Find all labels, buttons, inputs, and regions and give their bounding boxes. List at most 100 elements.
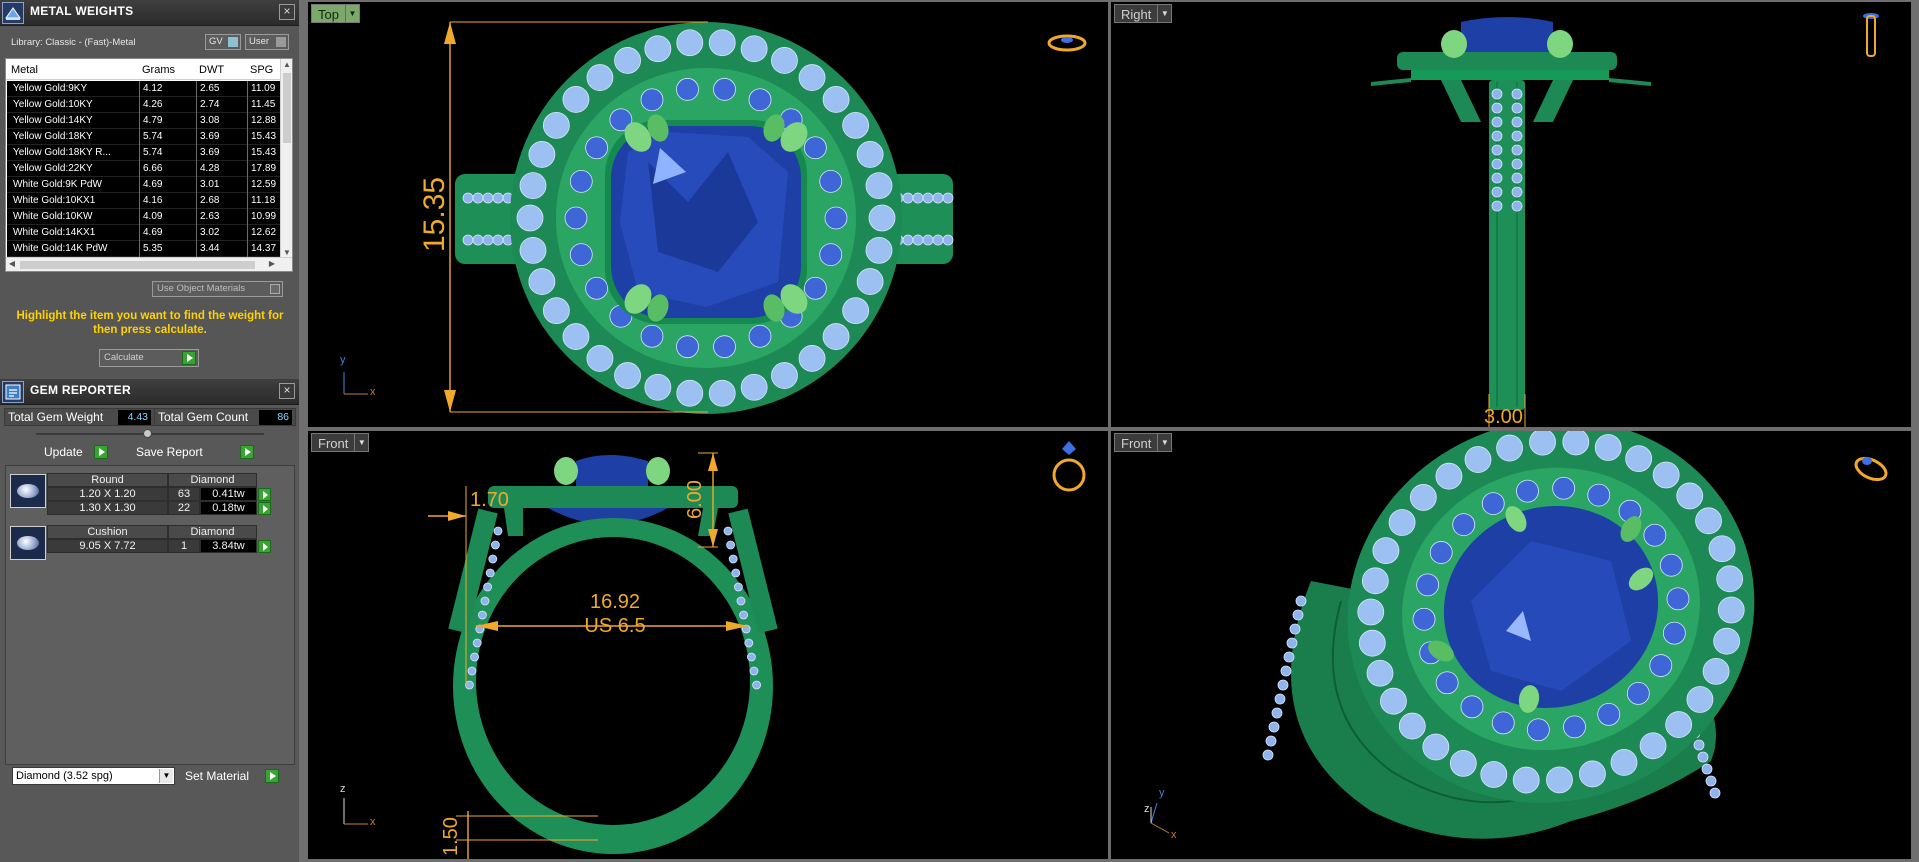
- pave-stone: [912, 192, 924, 204]
- pave-stone: [1271, 707, 1283, 719]
- gv-toggle[interactable]: GV: [205, 34, 241, 50]
- scroll-thumb[interactable]: [20, 261, 255, 269]
- pave-stone: [740, 373, 768, 401]
- set-material-button[interactable]: Set Material: [185, 768, 279, 784]
- chevron-down-icon[interactable]: ▼: [1157, 5, 1171, 22]
- pave-stone: [1412, 607, 1436, 631]
- pave-stone: [824, 206, 848, 230]
- pave-stone: [585, 276, 609, 300]
- chevron-down-icon[interactable]: ▼: [1157, 434, 1171, 451]
- pave-stone: [1268, 721, 1280, 733]
- viewport-top[interactable]: 15.35 y x Top ▼: [307, 1, 1109, 428]
- viewport-label-top[interactable]: Top ▼: [311, 4, 360, 23]
- table-row[interactable]: Yellow Gold:9KY 4.12 2.65 11.09: [7, 81, 286, 97]
- table-row[interactable]: White Gold:9K PdW 4.69 3.01 12.59: [7, 177, 286, 193]
- viewport-right[interactable]: 3.00 Right ▼: [1110, 1, 1912, 428]
- pave-stone: [488, 554, 498, 564]
- save-report-button[interactable]: Save Report: [136, 444, 254, 461]
- pave-stone: [1511, 172, 1523, 184]
- perspective-widget-icon[interactable]: [1853, 454, 1890, 484]
- table-row[interactable]: Yellow Gold:10KY 4.26 2.74 11.45: [7, 97, 286, 113]
- gem-material-header: Diamond: [168, 525, 257, 539]
- pave-stone: [676, 335, 699, 359]
- table-row[interactable]: Yellow Gold:14KY 4.79 3.08 12.88: [7, 113, 286, 129]
- table-row[interactable]: Yellow Gold:22KY 6.66 4.28 17.89: [7, 161, 286, 177]
- viewport-label-perspective[interactable]: Front ▼: [1114, 433, 1173, 452]
- axis-x-label: x: [370, 816, 376, 828]
- column-header-dwt[interactable]: DWT: [199, 64, 224, 76]
- pave-stone: [1511, 158, 1523, 170]
- tall-ring-widget-icon[interactable]: [1863, 13, 1879, 57]
- pave-stone: [731, 568, 741, 578]
- close-icon[interactable]: ×: [279, 383, 295, 399]
- pave-stone: [1717, 596, 1745, 624]
- select-gem-arrow-icon[interactable]: [258, 488, 271, 501]
- table-row[interactable]: White Gold:10KW 4.09 2.63 10.99: [7, 209, 286, 225]
- pave-stone: [1422, 733, 1450, 761]
- gem-shape-header: Cushion: [47, 525, 168, 539]
- chevron-down-icon[interactable]: ▼: [159, 769, 173, 783]
- ring-size-mm: 16.92: [589, 591, 641, 613]
- dimension-arrow: [448, 511, 466, 521]
- report-slider-knob[interactable]: [143, 429, 152, 438]
- table-row[interactable]: White Gold:10KX1 4.16 2.68 11.18: [7, 193, 286, 209]
- table-cell: 4.26: [143, 99, 163, 110]
- viewport-label-perspective-text: Front: [1121, 436, 1152, 451]
- pave-stone: [1435, 671, 1459, 695]
- prong: [1547, 30, 1573, 58]
- horizontal-scrollbar[interactable]: ◀ ▶: [6, 257, 292, 271]
- pave-stone: [740, 35, 768, 63]
- pave-stone: [477, 610, 487, 620]
- pave-stone: [1511, 88, 1523, 100]
- pave-stone: [1552, 476, 1576, 500]
- scroll-right-icon[interactable]: ▶: [266, 258, 278, 270]
- calculate-button[interactable]: Calculate: [99, 349, 199, 367]
- table-cell: 6.66: [143, 163, 163, 174]
- table-row[interactable]: White Gold:14K PdW 5.35 3.44 14.37: [7, 241, 286, 257]
- table-row[interactable]: Yellow Gold:18KY R... 5.74 3.69 15.43: [7, 145, 286, 161]
- pave-stone: [1295, 595, 1307, 607]
- round-diamond-icon[interactable]: [10, 474, 46, 508]
- pave-stone: [868, 204, 896, 232]
- pave-stone: [1491, 172, 1503, 184]
- use-object-materials-checkbox[interactable]: Use Object Materials: [152, 281, 283, 297]
- pave-stone: [1511, 200, 1523, 212]
- select-gem-arrow-icon[interactable]: [258, 502, 271, 515]
- vertical-scrollbar[interactable]: ▲ ▼: [280, 59, 292, 259]
- table-cell: 3.69: [200, 147, 220, 158]
- cushion-diamond-icon[interactable]: [10, 526, 46, 560]
- perspective-view-ring: [1150, 431, 1890, 839]
- pave-stone: [922, 192, 934, 204]
- axis-x-label: x: [1171, 829, 1177, 841]
- scroll-thumb[interactable]: [283, 73, 291, 143]
- pave-stone: [1511, 144, 1523, 156]
- pave-stone: [819, 169, 843, 193]
- viewport-perspective[interactable]: y z x Front ▼: [1110, 430, 1912, 860]
- pave-stone: [528, 268, 556, 295]
- viewport-front[interactable]: 6.00 16.92 US 6.5 1.70 1.50 z x Front ▼: [307, 430, 1109, 860]
- table-row[interactable]: Yellow Gold:18KY 5.74 3.69 15.43: [7, 129, 286, 145]
- gem-material-header: Diamond: [168, 473, 257, 487]
- pave-stone: [542, 111, 570, 139]
- pave-stone: [1516, 479, 1539, 503]
- chevron-down-icon[interactable]: ▼: [354, 434, 368, 451]
- table-row[interactable]: White Gold:14KX1 4.69 3.02 12.62: [7, 225, 286, 241]
- column-header-spg[interactable]: SPG: [250, 64, 273, 76]
- update-button[interactable]: Update: [44, 444, 108, 461]
- column-header-metal[interactable]: Metal: [11, 64, 38, 76]
- ring-widget-icon[interactable]: [1052, 441, 1086, 492]
- metal-weights-table[interactable]: Metal Grams DWT SPG Yellow Gold:9KY 4.12 2…: [5, 58, 293, 272]
- column-header-grams[interactable]: Grams: [142, 64, 175, 76]
- scroll-up-icon[interactable]: ▲: [281, 59, 292, 71]
- close-icon[interactable]: ×: [279, 4, 295, 20]
- user-toggle[interactable]: User: [245, 34, 289, 50]
- scroll-left-icon[interactable]: ◀: [6, 258, 18, 270]
- select-gem-arrow-icon[interactable]: [258, 540, 271, 553]
- material-select[interactable]: Diamond (3.52 spg) ▼: [12, 767, 175, 785]
- chevron-down-icon[interactable]: ▼: [344, 5, 359, 22]
- viewport-label-right[interactable]: Right ▼: [1114, 4, 1173, 23]
- pave-stone: [1491, 200, 1503, 212]
- viewport-label-front[interactable]: Front ▼: [311, 433, 370, 452]
- pave-stone: [644, 373, 672, 401]
- pave-stone: [819, 243, 843, 267]
